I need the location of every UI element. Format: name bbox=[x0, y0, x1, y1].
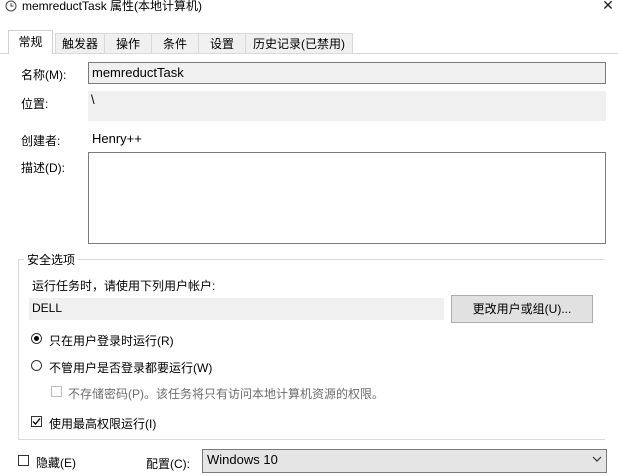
user-account-field: DELL bbox=[29, 298, 444, 320]
location-value: \ bbox=[91, 92, 95, 107]
run-only-logged-on-radio[interactable] bbox=[31, 333, 42, 344]
highest-privileges-checkbox[interactable] bbox=[31, 416, 42, 427]
tab-general[interactable]: 常规 bbox=[8, 30, 53, 54]
run-only-logged-on-label[interactable]: 只在用户登录时运行(R) bbox=[49, 332, 174, 349]
do-not-store-password-label[interactable]: 不存储密码(P)。该任务将只有访问本地计算机资源的权限。 bbox=[68, 385, 384, 402]
task-clock-icon bbox=[5, 0, 17, 12]
description-textarea[interactable] bbox=[88, 152, 606, 244]
author-value: Henry++ bbox=[92, 131, 142, 146]
tab-triggers[interactable]: 触发器 bbox=[55, 33, 105, 53]
window-title: memreductTask 属性(本地计算机) bbox=[22, 0, 203, 13]
hidden-checkbox[interactable] bbox=[18, 455, 29, 466]
hidden-label[interactable]: 隐藏(E) bbox=[36, 454, 76, 471]
highest-privileges-label[interactable]: 使用最高权限运行(I) bbox=[49, 415, 156, 432]
name-label: 名称(M): bbox=[21, 68, 67, 82]
config-select[interactable]: Windows 10 bbox=[202, 449, 607, 473]
user-account-value: DELL bbox=[32, 301, 63, 315]
tab-conditions[interactable]: 条件 bbox=[151, 33, 199, 53]
location-field: \ bbox=[88, 91, 606, 121]
chevron-down-icon bbox=[592, 456, 602, 462]
author-label: 创建者: bbox=[21, 134, 61, 148]
title-bar: memreductTask 属性(本地计算机) ✕ bbox=[0, 0, 618, 26]
location-label: 位置: bbox=[21, 97, 49, 111]
run-whether-logged-on-label[interactable]: 不管用户是否登录都要运行(W) bbox=[49, 359, 212, 376]
close-button[interactable]: ✕ bbox=[600, 0, 616, 13]
name-field[interactable]: memreductTask bbox=[88, 62, 606, 84]
run-whether-logged-on-radio[interactable] bbox=[31, 360, 42, 371]
change-user-button[interactable]: 更改用户或组(U)... bbox=[451, 295, 593, 323]
tab-settings[interactable]: 设置 bbox=[198, 33, 246, 53]
do-not-store-password-checkbox[interactable] bbox=[51, 386, 62, 397]
tab-actions[interactable]: 操作 bbox=[104, 33, 152, 53]
description-label: 描述(D): bbox=[21, 161, 65, 175]
checkmark-icon bbox=[32, 418, 41, 425]
name-value: memreductTask bbox=[92, 65, 184, 80]
run-as-prompt: 运行任务时，请使用下列用户帐户: bbox=[32, 279, 216, 293]
config-label: 配置(C): bbox=[146, 457, 190, 471]
security-options-legend: 安全选项 bbox=[24, 251, 79, 268]
config-value: Windows 10 bbox=[207, 452, 278, 467]
tab-history[interactable]: 历史记录(已禁用) bbox=[245, 33, 353, 53]
